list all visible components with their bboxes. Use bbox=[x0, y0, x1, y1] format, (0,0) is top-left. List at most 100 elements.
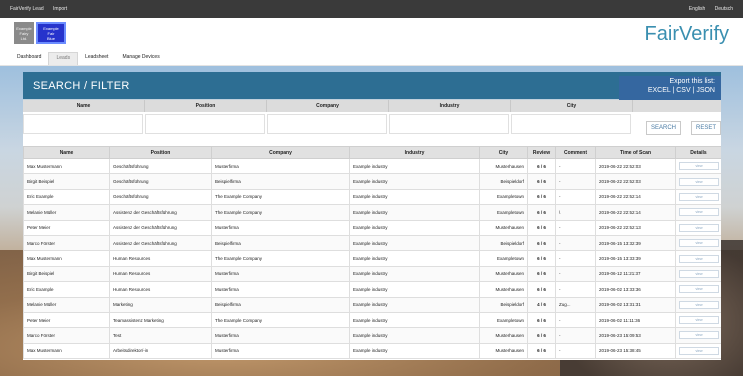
cell-comment: - bbox=[555, 188, 596, 206]
cell-details: view bbox=[675, 250, 721, 267]
table-row[interactable]: Max Mustermann Human Resources The Example… bbox=[23, 250, 721, 267]
view-details-button[interactable]: view bbox=[679, 254, 719, 263]
filter-label-company: Company bbox=[267, 100, 389, 112]
cell-company: The Example Company bbox=[211, 311, 350, 329]
tab-dashboard[interactable]: Dashboard bbox=[10, 52, 48, 65]
table-row[interactable]: Eric Example Human Resources Musterfirma Ex… bbox=[23, 281, 721, 298]
client-logo-gray[interactable]: Example Fairy Ltd. bbox=[14, 22, 34, 44]
table-row[interactable]: Birgit Beispiel Geschäftsführung Beispielf… bbox=[23, 173, 721, 190]
cell-industry: Example industry bbox=[349, 296, 480, 313]
column-header-comment[interactable]: Comment bbox=[555, 146, 596, 159]
search-filter-panel: SEARCH / FILTER Export this list: EXCEL … bbox=[23, 72, 722, 146]
cell-industry: Example industry bbox=[349, 188, 480, 206]
table-row[interactable]: Eric Example Geschäftsführung The Example … bbox=[23, 188, 721, 206]
view-details-button[interactable]: view bbox=[679, 177, 719, 186]
cell-comment: \ bbox=[555, 204, 596, 221]
column-header-review[interactable]: Review bbox=[527, 146, 556, 159]
cell-city: Beispieldorf bbox=[479, 296, 528, 313]
brand-logo: FairVerify bbox=[644, 23, 729, 45]
cell-review: 6 / 6 bbox=[527, 173, 556, 190]
cell-review: 6 / 6 bbox=[527, 157, 556, 175]
language-english-link[interactable]: English bbox=[689, 6, 705, 12]
app-name-link[interactable]: FairVerify Lead bbox=[10, 6, 44, 12]
filter-label-city: City bbox=[511, 100, 633, 112]
cell-city: Musterhausen bbox=[479, 342, 528, 360]
filter-company-input[interactable] bbox=[267, 114, 387, 134]
column-header-time-of-scan[interactable]: Time of Scan bbox=[595, 146, 676, 159]
cell-details: view bbox=[675, 173, 721, 190]
cell-name: Melanie Müller bbox=[23, 204, 110, 221]
column-header-details[interactable]: Details bbox=[675, 146, 721, 159]
tab-manage-devices[interactable]: Manage Devices bbox=[115, 52, 166, 65]
view-details-button[interactable]: view bbox=[679, 239, 719, 248]
filter-label-industry: Industry bbox=[389, 100, 511, 112]
filter-label-position: Position bbox=[145, 100, 267, 112]
cell-position: Human Resources bbox=[109, 281, 212, 298]
view-details-button[interactable]: view bbox=[679, 300, 719, 309]
cell-company: Musterfirma bbox=[211, 219, 350, 236]
reset-button[interactable]: RESET bbox=[691, 121, 722, 135]
table-row[interactable]: Peter Meier Teamassistenz Marketing The Ex… bbox=[23, 311, 721, 329]
view-details-button[interactable]: view bbox=[679, 331, 719, 340]
filter-industry-input[interactable] bbox=[389, 114, 509, 134]
view-details-button[interactable]: view bbox=[679, 208, 719, 217]
table-row[interactable]: Peter Meier Assistenz der Geschäftsführun… bbox=[23, 219, 721, 236]
cell-position: Assistenz der Geschäftsführung bbox=[109, 204, 212, 221]
cell-time-of-scan: 2019-06-02 13:31:31 bbox=[595, 296, 676, 313]
filter-name-input[interactable] bbox=[23, 114, 143, 134]
cell-time-of-scan: 2019-06-02 13:33:36 bbox=[595, 281, 676, 298]
cell-comment: - bbox=[555, 219, 596, 236]
view-details-button[interactable]: view bbox=[679, 316, 719, 325]
cell-position: Geschäftsführung bbox=[109, 188, 212, 206]
cell-details: view bbox=[675, 188, 721, 206]
cell-name: Melanie Müller bbox=[23, 296, 110, 313]
cell-comment: - bbox=[555, 281, 596, 298]
table-row[interactable]: Marco Förster Test Musterfirma Example indu… bbox=[23, 327, 721, 344]
filter-label-name: Name bbox=[23, 100, 145, 112]
cell-name: Peter Meier bbox=[23, 219, 110, 236]
view-details-button[interactable]: view bbox=[679, 162, 719, 171]
cell-industry: Example industry bbox=[349, 157, 480, 175]
column-header-position[interactable]: Position bbox=[109, 146, 212, 159]
table-row[interactable]: Melanie Müller Assistenz der Geschäftsfüh… bbox=[23, 204, 721, 221]
cell-industry: Example industry bbox=[349, 281, 480, 298]
cell-time-of-scan: 2019-06-23 15:09:53 bbox=[595, 327, 676, 344]
export-formats[interactable]: EXCEL | CSV | JSON bbox=[619, 86, 715, 95]
filter-position-input[interactable] bbox=[145, 114, 265, 134]
top-bar: FairVerify Lead Import English Deutsch bbox=[0, 0, 743, 18]
column-header-industry[interactable]: Industry bbox=[349, 146, 480, 159]
cell-review: 6 / 6 bbox=[527, 281, 556, 298]
cell-review: 6 / 6 bbox=[527, 250, 556, 267]
cell-city: Musterhausen bbox=[479, 281, 528, 298]
table-row[interactable]: Melanie Müller Marketing Beispielfirma Exam… bbox=[23, 296, 721, 313]
cell-time-of-scan: 2019-06-15 13:33:39 bbox=[595, 250, 676, 267]
cell-comment: - bbox=[555, 311, 596, 329]
cell-details: view bbox=[675, 311, 721, 329]
filter-city-input[interactable] bbox=[511, 114, 631, 134]
table-row[interactable]: Max Mustermann Arbeitsdirektor/-in Musterf… bbox=[23, 342, 721, 360]
cell-city: Musterhausen bbox=[479, 265, 528, 283]
tab-leadsheet[interactable]: Leadsheet bbox=[78, 52, 115, 65]
table-row[interactable]: Max Mustermann Geschäftsführung Musterfirm… bbox=[23, 157, 721, 175]
import-link[interactable]: Import bbox=[53, 6, 67, 12]
column-header-city[interactable]: City bbox=[479, 146, 528, 159]
cell-name: Max Mustermann bbox=[23, 250, 110, 267]
cell-name: Marco Förster bbox=[23, 234, 110, 252]
column-header-name[interactable]: Name bbox=[23, 146, 110, 159]
view-details-button[interactable]: view bbox=[679, 192, 719, 201]
view-details-button[interactable]: view bbox=[679, 285, 719, 294]
tab-leads[interactable]: Leads bbox=[48, 52, 79, 65]
view-details-button[interactable]: view bbox=[679, 346, 719, 355]
search-button[interactable]: SEARCH bbox=[646, 121, 682, 135]
column-header-company[interactable]: Company bbox=[211, 146, 350, 159]
view-details-button[interactable]: view bbox=[679, 223, 719, 232]
cell-city: Exampletown bbox=[479, 311, 528, 329]
table-row[interactable]: Marco Förster Assistenz der Geschäftsführ… bbox=[23, 234, 721, 252]
table-row[interactable]: Birgit Beispiel Human Resources Musterfirm… bbox=[23, 265, 721, 283]
top-bar-left: FairVerify Lead Import bbox=[10, 6, 75, 12]
client-logo-blue[interactable]: Example Fair Blue bbox=[36, 22, 66, 44]
language-deutsch-link[interactable]: Deutsch bbox=[715, 6, 733, 12]
view-details-button[interactable]: view bbox=[679, 269, 719, 278]
cell-position: Assistenz der Geschäftsführung bbox=[109, 234, 212, 252]
cell-industry: Example industry bbox=[349, 234, 480, 252]
